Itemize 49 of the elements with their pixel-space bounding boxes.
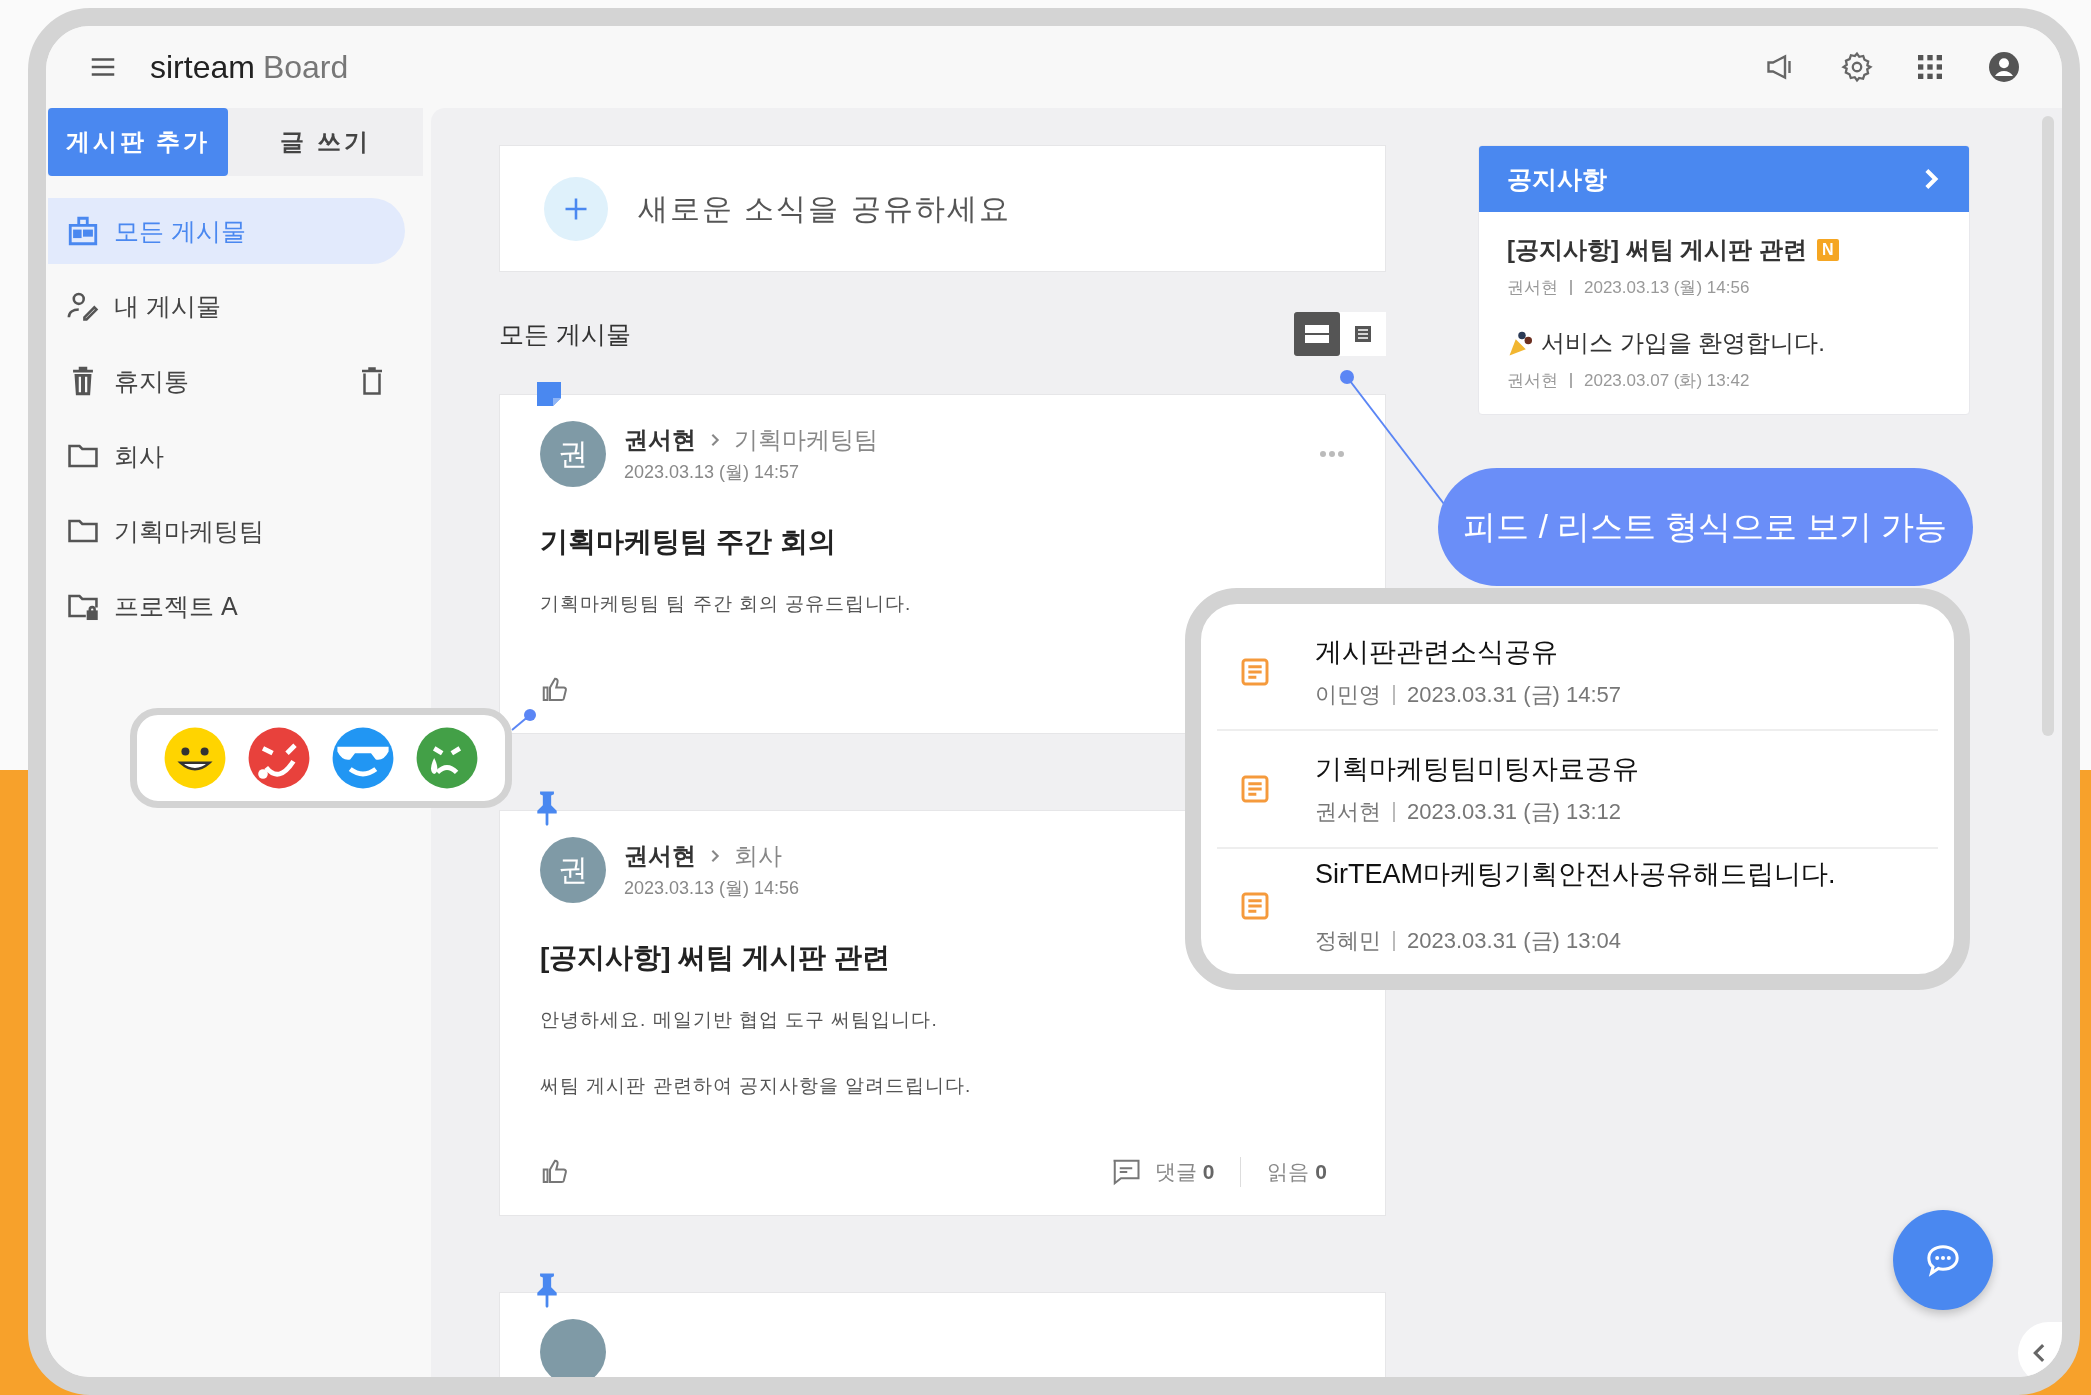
app-title: sirteam xyxy=(150,48,255,85)
sidebar-item[interactable]: 내 게시물 xyxy=(48,273,405,339)
sidebar-item[interactable]: 휴지통 xyxy=(48,348,405,414)
leader-line xyxy=(511,709,536,731)
notice-meta: 권서현 2023.03.07 (화) 13:42 xyxy=(1507,370,1751,392)
post-text: 기획마케팅팀 팀 주간 회의 공유드립니다. xyxy=(540,592,912,616)
list-item-title[interactable]: SirTEAM마케팅기획안전사공유해드립니다. xyxy=(1315,856,1836,893)
notice-title[interactable]: [공지사항] 써팀 게시판 관련 N xyxy=(1507,234,1941,266)
comment-count: 댓글 0 xyxy=(1154,1159,1215,1185)
account-icon[interactable] xyxy=(1986,49,2022,85)
document-icon xyxy=(1239,773,1271,805)
chevron-right-icon xyxy=(1923,167,1941,191)
feed-view-button[interactable] xyxy=(1294,312,1340,356)
building-icon xyxy=(66,214,100,248)
notice-title[interactable]: 서비스 가입을 환영합니다. xyxy=(1507,327,1941,359)
new-badge: N xyxy=(1817,239,1839,261)
emoji-icon[interactable] xyxy=(163,726,227,790)
author-name: 권서현 xyxy=(624,841,696,871)
list-item-meta: 정혜민 2023.03.31 (금) 13:04 xyxy=(1315,927,1623,956)
board-name[interactable]: 회사 xyxy=(734,840,782,872)
app-subtitle: Board xyxy=(262,48,349,85)
sidebar-item[interactable]: 회사 xyxy=(48,423,405,489)
sidebar-item[interactable]: 기획마케팅팀 xyxy=(48,498,405,564)
notice-meta: 권서현 2023.03.13 (월) 14:56 xyxy=(1507,277,1751,299)
post-title[interactable]: [공지사항] 써팀 게시판 관련 xyxy=(540,939,890,977)
list-item-title[interactable]: 기획마케팅팀미팅자료공유 xyxy=(1315,751,1639,787)
section-title: 모든 게시물 xyxy=(499,318,631,350)
avatar xyxy=(540,1319,606,1377)
avatar: 권 xyxy=(540,837,606,903)
sidebar-item[interactable]: 프로젝트 A xyxy=(48,573,405,639)
scrollbar[interactable] xyxy=(2042,116,2054,736)
settings-icon[interactable] xyxy=(1840,50,1874,84)
list-item-meta: 이민영 2023.03.31 (금) 14:57 xyxy=(1315,680,1622,709)
write-post-button[interactable]: 글 쓰기 xyxy=(228,108,423,176)
post-text: 써팀 게시판 관련하여 공지사항을 알려드립니다. xyxy=(540,1074,972,1098)
post-text: 안녕하세요. 메일기반 협업 도구 써팀입니다. xyxy=(540,1008,938,1032)
post-date: 2023.03.13 (월) 14:57 xyxy=(624,461,801,484)
list-item-meta: 권서현 2023.03.31 (금) 13:12 xyxy=(1315,798,1623,826)
rows-icon xyxy=(1304,324,1330,344)
post-title[interactable]: 기획마케팅팀 주간 회의 xyxy=(540,523,836,561)
empty-trash-icon[interactable] xyxy=(359,366,385,396)
list-item-title[interactable]: 게시판관련소식공유 xyxy=(1315,633,1622,670)
post-date: 2023.03.13 (월) 14:56 xyxy=(624,877,800,900)
author-name: 권서현 xyxy=(624,425,696,455)
list-icon xyxy=(1354,325,1372,343)
read-count: 읽음 0 xyxy=(1267,1159,1327,1185)
board-name[interactable]: 기획마케팅팀 xyxy=(734,424,878,456)
callout-tooltip: 피드 / 리스트 형식으로 보기 가능 xyxy=(1438,468,1973,586)
avatar: 권 xyxy=(540,421,606,487)
